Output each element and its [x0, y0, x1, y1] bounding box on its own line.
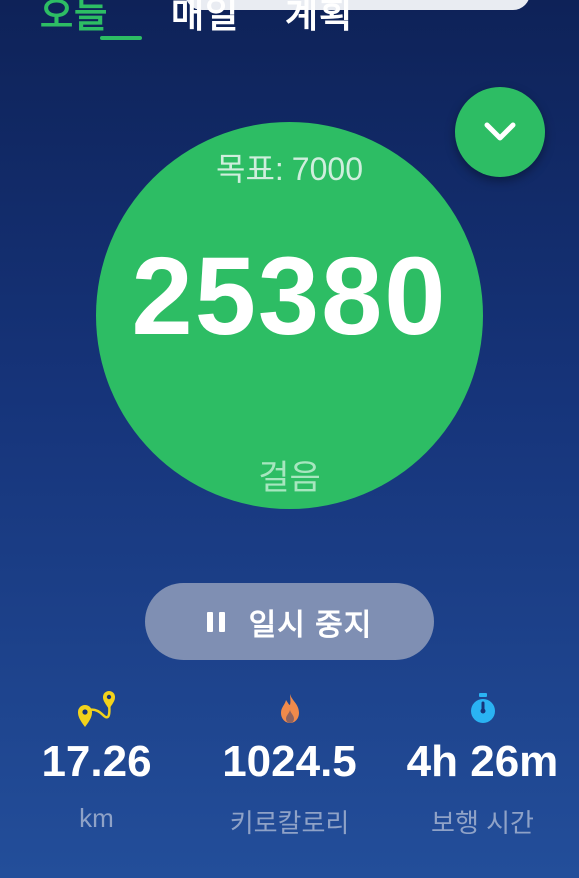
flame-icon: [193, 688, 386, 730]
goal-label: 목표:: [216, 151, 284, 187]
stat-distance: 17.26 km: [0, 688, 193, 834]
chevron-down-icon: [484, 122, 516, 141]
step-counter-circle: 목표: 7000 25380 걸음: [96, 122, 483, 509]
tab-daily[interactable]: 매일: [171, 0, 239, 38]
tab-plan[interactable]: 계획: [285, 0, 353, 38]
pause-icon: [206, 611, 225, 632]
calories-unit: 키로칼로리: [229, 807, 350, 838]
route-pin-icon: [0, 688, 193, 730]
stopwatch-icon: [386, 688, 579, 730]
collapse-button[interactable]: [455, 87, 545, 177]
calories-value: 1024.5: [222, 737, 357, 786]
stat-calories: 1024.5 키로칼로리: [193, 688, 386, 840]
pause-button[interactable]: 일시 중지: [145, 583, 434, 660]
walk-time-unit: 보행 시간: [431, 807, 534, 838]
active-tab-indicator: [100, 36, 142, 40]
pause-button-label: 일시 중지: [248, 608, 373, 642]
stat-walk-time: 4h 26m 보행 시간: [386, 688, 579, 840]
walk-time-value: 4h 26m: [406, 737, 559, 786]
step-unit: 걸음: [258, 459, 321, 497]
step-count: 25380: [131, 235, 448, 358]
goal-text: 목표: 7000: [96, 144, 483, 190]
distance-unit: km: [79, 802, 114, 833]
distance-value: 17.26: [41, 737, 152, 786]
tab-today[interactable]: 오늘: [40, 0, 108, 38]
goal-value: 7000: [291, 151, 363, 187]
